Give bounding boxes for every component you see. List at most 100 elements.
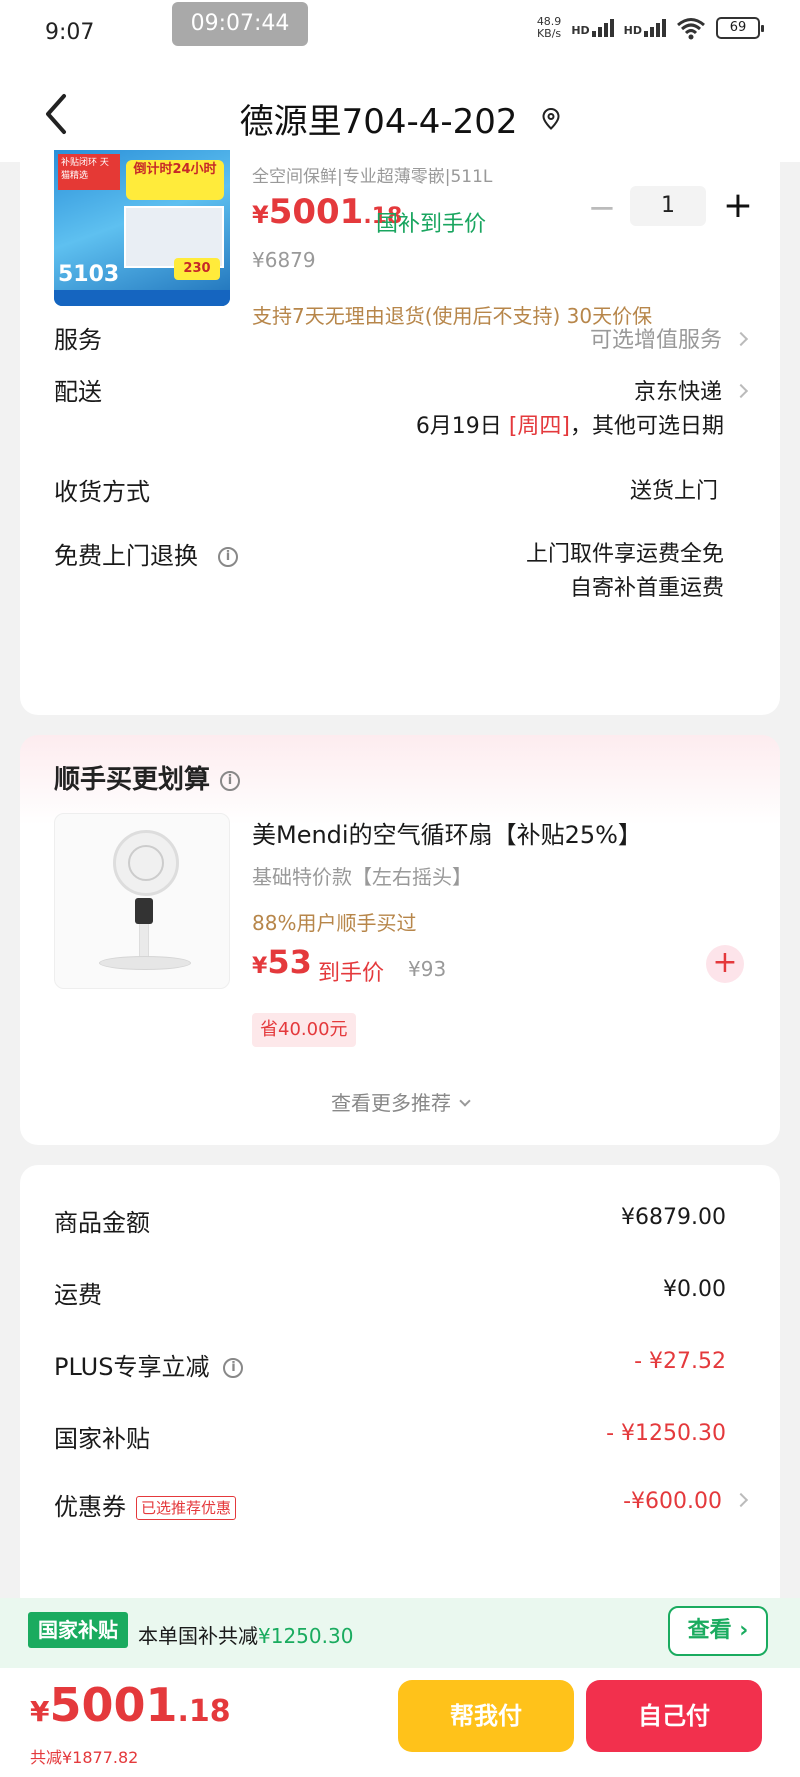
quantity-input[interactable]: 1 <box>630 186 706 226</box>
chevron-right-icon <box>733 331 749 347</box>
info-icon[interactable]: i <box>223 1358 244 1378</box>
product-image-tag: 补贴闭环 天猫精选 <box>58 154 120 190</box>
product-image-amount: 230 <box>174 258 220 280</box>
product-subtitle: 全空间保鲜|专业超薄零嵌|511L <box>252 167 493 187</box>
recommend-price: ¥53 <box>252 943 312 981</box>
national-subsidy-bar: 国家补贴 本单国补共减¥1250.30 查看 › <box>0 1598 800 1668</box>
product-image[interactable]: 补贴闭环 天猫精选 倒计时24小时 5103 230 <box>54 150 230 306</box>
total-saved: 共减¥1877.82 <box>30 1748 139 1767</box>
total-currency: ¥ <box>30 1695 50 1728</box>
signal-type-1: HD <box>571 24 590 37</box>
delivery-option[interactable]: 京东快递 <box>633 374 749 406</box>
receive-method-label: 收货方式 <box>54 478 150 506</box>
free-return-value-2: 自寄补首重运费 <box>569 576 724 601</box>
subsidy-summary-text: 本单国补共减¥1250.30 <box>138 1620 353 1649</box>
recommend-product-name[interactable]: 美Mendi的空气循环扇【补贴25%】 <box>252 815 642 850</box>
quantity-minus-button[interactable]: − <box>582 188 622 228</box>
price-currency: ¥ <box>252 201 269 229</box>
recommendation-card: 顺手买更划算 i 美Mendi的空气循环扇【补贴25%】 基础特价款【左右摇头】 … <box>20 735 780 1145</box>
fan-head <box>113 830 179 896</box>
chevron-right-icon <box>733 1492 749 1508</box>
checkout-bar: ¥5001.18 共减¥1877.82 帮我付 自己付 <box>0 1668 800 1777</box>
service-option[interactable]: 可选增值服务 <box>589 322 749 354</box>
battery-icon: 69 <box>716 17 764 39</box>
rec-price-integer: 53 <box>267 943 312 981</box>
free-return-text: 免费上门退换 <box>54 542 198 570</box>
coupon-value: -¥600.00 <box>623 1489 722 1514</box>
free-return-value-1: 上门取件享运费全免 <box>525 542 724 567</box>
signal-type-2: HD <box>623 24 642 37</box>
fan-product-image[interactable] <box>54 813 230 989</box>
signal-icon: HD <box>624 19 666 37</box>
signal-icon: HD <box>571 19 614 37</box>
plus-discount-label: PLUS专享立减 i <box>54 1347 244 1382</box>
see-more-recommend-button[interactable]: 查看更多推荐 <box>20 1087 780 1116</box>
net-speed-unit: KB/s <box>536 27 562 40</box>
total-price: ¥5001.18 <box>30 1678 231 1732</box>
chevron-down-icon <box>459 1095 471 1107</box>
info-icon[interactable]: i <box>220 770 241 791</box>
view-subsidy-button[interactable]: 查看 › <box>668 1606 768 1656</box>
screen-clock-overlay: 09:07:44 <box>172 2 308 46</box>
subsidy-text-label: 本单国补共减 <box>138 1624 258 1648</box>
national-subsidy-badge: 国家补贴 <box>28 1612 128 1648</box>
address-text: 德源里704-4-202 <box>239 102 518 142</box>
status-time: 9:07 <box>45 20 95 45</box>
info-icon[interactable]: i <box>218 547 238 567</box>
recommend-price-tag: 到手价 <box>318 961 385 986</box>
wifi-icon <box>677 18 705 40</box>
price-summary-card: 商品金额 ¥6879.00 运费 ¥0.00 PLUS专享立减 i - ¥27.5… <box>20 1165 780 1615</box>
coupon-label: 优惠券 已选推荐优惠 <box>54 1487 237 1522</box>
fan-display <box>135 898 153 924</box>
recommendation-title: 顺手买更划算 i <box>54 759 241 796</box>
goods-amount-value: ¥6879.00 <box>621 1205 726 1230</box>
quantity-plus-button[interactable]: + <box>718 186 758 226</box>
location-pin-icon <box>542 107 560 130</box>
delivery-date[interactable]: 6月19日 [周四]，其他可选日期 <box>416 408 724 440</box>
service-label: 服务 <box>54 326 102 354</box>
subsidy-amount: ¥1250.30 <box>258 1624 354 1648</box>
delivery-date-text: 6月19日 <box>415 414 509 439</box>
address-title[interactable]: 德源里704-4-202 <box>0 94 800 143</box>
goods-amount-label: 商品金额 <box>54 1209 150 1237</box>
total-integer: 5001 <box>49 1678 178 1732</box>
plus-discount-text: PLUS专享立减 <box>54 1353 210 1381</box>
price-tag: 国补到手价 <box>376 212 487 237</box>
delivery-value: 京东快递 <box>633 380 722 405</box>
see-more-text: 查看更多推荐 <box>331 1091 451 1115</box>
add-recommend-button[interactable]: + <box>706 945 744 983</box>
recommend-variant[interactable]: 基础特价款【左右摇头】 <box>252 861 472 890</box>
recommend-buyers-note: 88%用户顺手买过 <box>252 911 417 935</box>
chevron-right-icon <box>733 383 749 399</box>
fan-grill <box>128 845 164 881</box>
pay-myself-button[interactable]: 自己付 <box>586 1680 762 1752</box>
status-bar: 9:07 09:07:44 48.9 KB/s HD HD 69 <box>0 0 800 66</box>
coupon-text: 优惠券 <box>54 1493 126 1521</box>
coupon-selector[interactable]: -¥600.00 <box>623 1489 749 1514</box>
total-decimal: .18 <box>177 1694 231 1729</box>
receive-method-value[interactable]: 送货上门 <box>630 473 718 505</box>
recommend-save-badge: 省40.00元 <box>252 1013 356 1047</box>
product-image-countdown: 倒计时24小时 <box>126 160 224 200</box>
delivery-weekday: [周四] <box>508 414 570 439</box>
price-integer: 5001 <box>268 192 364 232</box>
recommendation-title-text: 顺手买更划算 <box>54 765 211 795</box>
service-value: 可选增值服务 <box>589 328 722 353</box>
delivery-label: 配送 <box>54 378 102 406</box>
plus-discount-value: - ¥27.52 <box>634 1349 726 1374</box>
coupon-selected-badge: 已选推荐优惠 <box>136 1496 237 1520</box>
original-price: ¥6879 <box>252 248 316 272</box>
delivery-other-dates: ，其他可选日期 <box>569 414 724 439</box>
shipping-value: ¥0.00 <box>663 1277 726 1302</box>
rec-price-currency: ¥ <box>252 954 268 979</box>
recommend-original-price: ¥93 <box>408 957 447 981</box>
order-item-card: 补贴闭环 天猫精选 倒计时24小时 5103 230 全空间保鲜|专业超薄零嵌|… <box>20 150 780 715</box>
help-me-pay-button[interactable]: 帮我付 <box>398 1680 574 1752</box>
product-image-price: 5103 <box>58 262 120 287</box>
product-image-footer <box>54 290 230 306</box>
shipping-label: 运费 <box>54 1281 102 1309</box>
status-icons: 48.9 KB/s HD HD 69 <box>537 16 764 40</box>
national-subsidy-label: 国家补贴 <box>54 1425 150 1453</box>
net-speed: 48.9 KB/s <box>537 16 562 40</box>
free-return-label: 免费上门退换 i <box>54 536 238 571</box>
